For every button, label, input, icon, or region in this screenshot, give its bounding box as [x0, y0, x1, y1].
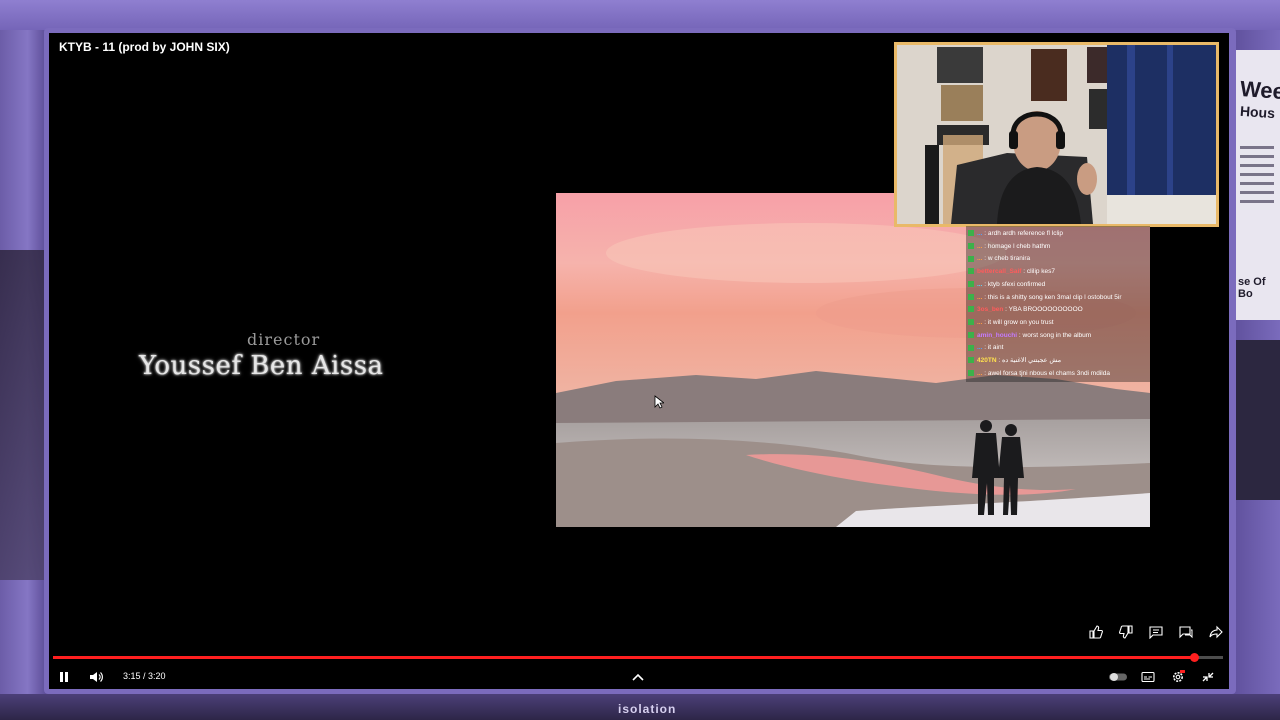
pause-icon [60, 672, 68, 682]
chat-text: : مش عجبتني الاغنية ده [996, 357, 1062, 364]
overlay-brand-text: isolation [618, 702, 677, 716]
expand-button[interactable] [629, 668, 647, 686]
overlay-left-panel [0, 30, 46, 700]
overlay-right-shadow [1236, 340, 1280, 500]
webcam-overlay [894, 42, 1219, 227]
credit-role: director [247, 330, 321, 349]
chat-badge-icon [968, 306, 974, 313]
autoplay-toggle-icon [1109, 673, 1127, 681]
video-title: KTYB - 11 (prod by JOHN SIX) [59, 40, 230, 54]
chat-username: amin_houchi [977, 331, 1018, 339]
chat-message: ... : ktyb sfexi confirmed [968, 279, 1045, 291]
volume-icon [90, 672, 103, 682]
mouse-cursor-icon [654, 395, 664, 409]
thumbs-down-icon [1119, 625, 1133, 639]
chat-text: : clilip kes7 [1021, 268, 1056, 276]
webcam-feed [897, 45, 1216, 224]
chat-text: : w cheb tiranira [982, 255, 1031, 263]
overlay-top-border [0, 0, 1280, 30]
time-display: 3:15 / 3:20 [123, 671, 166, 681]
chat-badge-icon [968, 357, 974, 364]
chat-badge-icon [968, 255, 974, 262]
comment-icon [1149, 626, 1163, 639]
chat-message: bettercall_Saif : clilip kes7 [968, 266, 1055, 278]
chat-icon [1179, 626, 1193, 639]
exit-fullscreen-icon [1202, 672, 1214, 682]
chat-message: ... : it aint [968, 342, 1003, 354]
chat-text: : worst song in the album [1017, 331, 1092, 339]
exit-fullscreen-button[interactable] [1199, 668, 1217, 686]
poster-title: se Of Bo [1238, 276, 1266, 300]
chat-badge-icon [968, 344, 974, 351]
share-icon [1209, 625, 1223, 639]
chat-username: 420TN [977, 357, 997, 364]
chat-badge-icon [968, 242, 974, 249]
chat-message: ... : awel forsa tjni nbous el chams 3nd… [968, 368, 1110, 380]
poster-heading: Week [1239, 76, 1280, 105]
chat-overlay: ... : ardh ardh reference fl lclip... : … [966, 226, 1150, 382]
share-button[interactable] [1205, 623, 1227, 641]
volume-button[interactable] [87, 668, 105, 686]
like-button[interactable] [1085, 623, 1107, 641]
chevron-up-icon [632, 673, 644, 681]
chat-text: : ktyb sfexi confirmed [982, 280, 1046, 288]
wall-poster: Week Hous se Of Bo [1232, 50, 1280, 320]
chat-username: 3os_ben [977, 306, 1004, 314]
chat-message: 3os_ben : YBA BROOOOOOOOOO [968, 304, 1083, 316]
gear-icon [1173, 670, 1185, 682]
chat-message: ... : this is a shitty song ken 3mal cli… [968, 292, 1122, 304]
chat-text: : this is a shitty song ken 3mal clip l … [982, 293, 1122, 301]
progress-scrubber[interactable] [1189, 653, 1199, 662]
pause-button[interactable] [55, 668, 73, 686]
comments-button[interactable] [1145, 623, 1167, 641]
chat-text: : homage l cheb hathm [982, 242, 1051, 250]
settings-button[interactable] [1169, 668, 1187, 686]
chat-badge-icon [968, 281, 974, 288]
chat-text: : YBA BROOOOOOOOOO [1003, 306, 1083, 314]
chat-badge-icon [968, 319, 974, 326]
chat-message: ... : it will grow on you trust [968, 317, 1054, 329]
autoplay-toggle[interactable] [1107, 668, 1129, 686]
live-chat-button[interactable] [1175, 623, 1197, 641]
chat-badge-icon [968, 230, 974, 237]
chat-text: : awel forsa tjni nbous el chams 3ndi md… [982, 369, 1110, 377]
video-player[interactable]: KTYB - 11 (prod by JOHN SIX) director Yo… [49, 33, 1229, 689]
subtitles-button[interactable] [1139, 668, 1157, 686]
credit-name: Youssef Ben Aissa [139, 351, 384, 381]
progress-bar[interactable] [53, 653, 1223, 662]
chat-message: ... : homage l cheb hathm [968, 241, 1050, 253]
thumbs-up-icon [1089, 625, 1103, 639]
chat-text: : it will grow on you trust [982, 318, 1054, 326]
chat-badge-icon [968, 331, 974, 338]
progress-played [53, 656, 1194, 659]
chat-badge-icon [968, 268, 974, 275]
poster-text-lines [1240, 140, 1274, 209]
chat-message: 420TN : مش عجبتني الاغنية ده [968, 355, 1061, 367]
chat-text: : it aint [982, 344, 1004, 352]
poster-subheading: Hous [1239, 102, 1276, 122]
chat-message: ... : ardh ardh reference fl lclip [968, 228, 1063, 240]
chat-badge-icon [968, 293, 974, 300]
subtitles-icon [1141, 671, 1155, 683]
chat-message: amin_houchi : worst song in the album [968, 330, 1091, 342]
dislike-button[interactable] [1115, 623, 1137, 641]
chat-message: ... : w cheb tiranira [968, 253, 1030, 265]
chat-text: : ardh ardh reference fl lclip [982, 230, 1063, 237]
action-buttons [1085, 623, 1227, 641]
chat-username: bettercall_Saif [977, 268, 1022, 276]
chat-badge-icon [968, 369, 974, 376]
